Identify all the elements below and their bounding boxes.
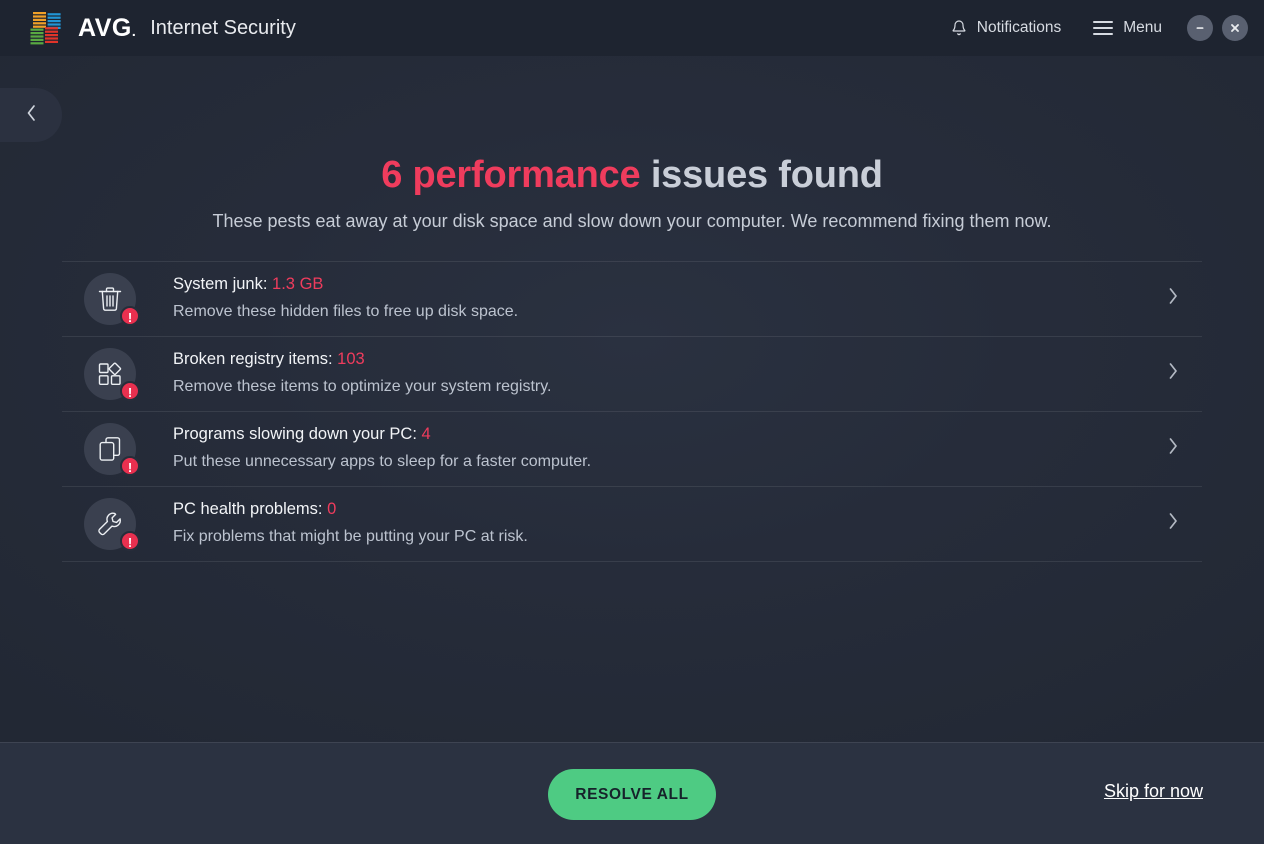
notifications-button[interactable]: Notifications [935, 11, 1077, 45]
main-content: 6 performance issues found These pests e… [0, 56, 1264, 742]
brand: AVG. Internet Security [28, 10, 296, 46]
issue-count: 1.3 GB [272, 275, 324, 294]
resolve-all-button[interactable]: RESOLVE ALL [548, 769, 716, 820]
issue-description: Remove these items to optimize your syst… [173, 378, 552, 396]
issue-description: Fix problems that might be putting your … [173, 528, 528, 546]
issue-count: 103 [337, 350, 365, 369]
chevron-left-icon [25, 103, 38, 128]
issue-title-label: Programs slowing down your PC: [173, 425, 422, 444]
close-icon [1229, 22, 1241, 34]
issue-icon-wrap: ! [84, 347, 140, 401]
minimize-icon [1194, 22, 1206, 34]
status-badge: ! [120, 380, 140, 401]
issue-title-label: System junk: [173, 275, 273, 294]
notifications-label: Notifications [976, 19, 1062, 36]
issue-count: 4 [421, 425, 431, 444]
issue-icon-wrap: ! [84, 272, 140, 326]
issue-text: System junk: 1.3 GB Remove these hidden … [173, 273, 1167, 324]
issue-title-label: Broken registry items: [173, 350, 338, 369]
page-subtitle: These pests eat away at your disk space … [212, 210, 1052, 231]
menu-button[interactable]: Menu [1077, 11, 1178, 45]
avg-pinwheel-logo [28, 10, 66, 46]
avg-internet-security-window: AVG. Internet Security Notifications Men… [0, 0, 1264, 844]
close-button[interactable] [1222, 15, 1248, 41]
skip-for-now-link[interactable]: Skip for now [1104, 781, 1203, 802]
minimize-button[interactable] [1187, 15, 1213, 41]
product-name: Internet Security [150, 17, 296, 39]
issue-count: 0 [327, 500, 337, 519]
issue-title: Programs slowing down your PC: 4 [173, 423, 1167, 447]
page-title-rest: issues found [640, 154, 883, 196]
status-badge: ! [120, 530, 140, 551]
chevron-right-icon[interactable] [1167, 286, 1179, 311]
brand-avg-text: AVG. [78, 13, 137, 42]
issue-description: Put these unnecessary apps to sleep for … [173, 453, 592, 471]
issue-icon-wrap: ! [84, 422, 140, 476]
issue-list: ! System junk: 1.3 GB Remove these hidde… [62, 260, 1202, 562]
chevron-right-icon[interactable] [1167, 511, 1179, 536]
back-button[interactable] [0, 88, 62, 142]
title-bar: AVG. Internet Security Notifications Men… [0, 0, 1264, 56]
footer-bar: RESOLVE ALL Skip for now [0, 742, 1264, 844]
issue-row-pc-health[interactable]: ! PC health problems: 0 Fix problems tha… [62, 487, 1202, 562]
brand-dot: . [131, 22, 137, 39]
issue-text: Programs slowing down your PC: 4 Put the… [173, 423, 1167, 474]
issue-title: PC health problems: 0 [173, 498, 1167, 522]
chevron-right-icon[interactable] [1167, 361, 1179, 386]
issue-title-label: PC health problems: [173, 500, 328, 519]
page-title-highlight: 6 performance [381, 154, 641, 196]
issue-row-system-junk[interactable]: ! System junk: 1.3 GB Remove these hidde… [62, 262, 1202, 337]
issue-text: PC health problems: 0 Fix problems that … [173, 498, 1167, 549]
issue-description: Remove these hidden files to free up dis… [173, 303, 519, 321]
issue-text: Broken registry items: 103 Remove these … [173, 348, 1167, 399]
status-badge: ! [120, 305, 140, 326]
issue-title: Broken registry items: 103 [173, 348, 1167, 372]
brand-avg-label: AVG [78, 13, 132, 42]
issue-row-slow-programs[interactable]: ! Programs slowing down your PC: 4 Put t… [62, 412, 1202, 487]
page-title: 6 performance issues found [0, 154, 1264, 197]
issue-icon-wrap: ! [84, 497, 140, 551]
issue-row-broken-registry[interactable]: ! Broken registry items: 103 Remove thes… [62, 337, 1202, 412]
menu-label: Menu [1123, 19, 1162, 36]
chevron-right-icon[interactable] [1167, 436, 1179, 461]
issue-title: System junk: 1.3 GB [173, 273, 1167, 297]
hamburger-icon [1093, 21, 1114, 35]
bell-icon [951, 19, 967, 37]
titlebar-controls: Notifications Menu [935, 11, 1248, 45]
status-badge: ! [120, 455, 140, 476]
